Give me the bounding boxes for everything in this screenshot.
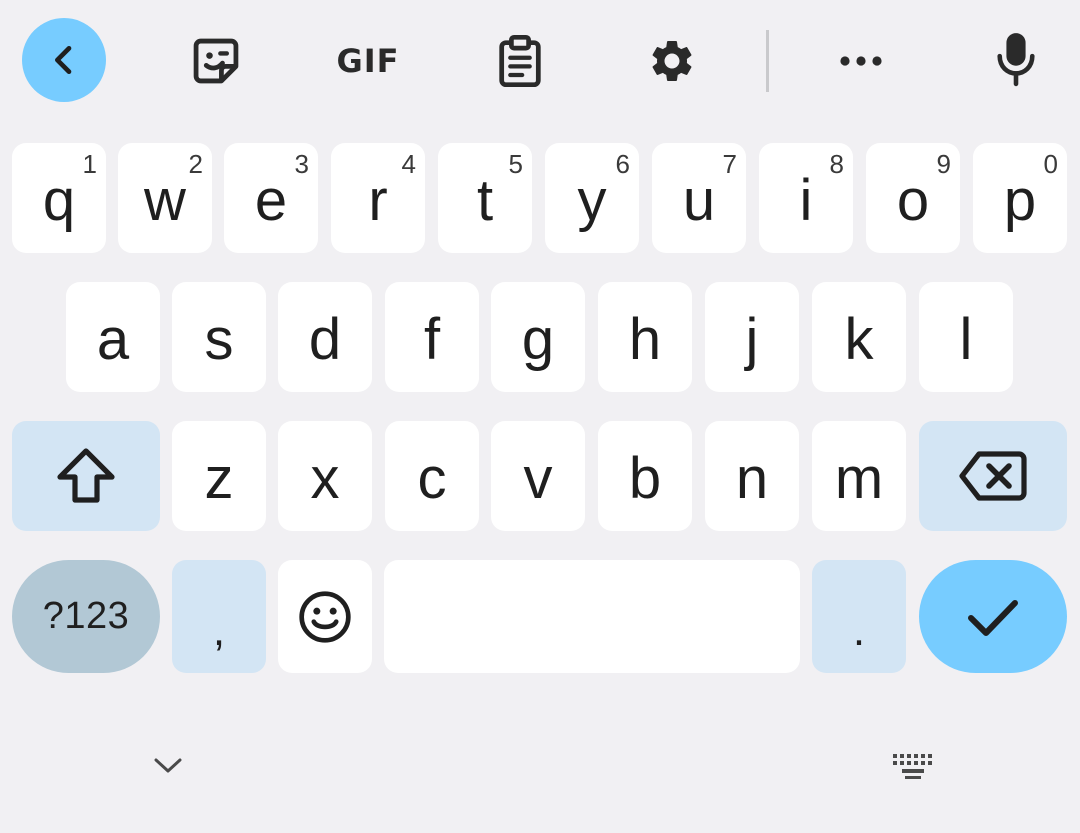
key-letter: h [628,307,662,372]
key-hint: 6 [615,149,630,179]
backspace-icon [959,451,1027,501]
key-m[interactable]: m [812,421,906,531]
key-hint: 2 [188,149,203,179]
key-hint: 9 [936,149,951,179]
key-q[interactable]: q 1 [12,143,106,253]
key-hint: 1 [82,149,97,179]
key-letter: y [577,168,607,233]
key-b[interactable]: b [598,421,692,531]
key-letter: r [368,168,388,233]
key-s[interactable]: s [172,282,266,392]
key-letter: k [844,307,874,372]
chevron-down-icon [154,758,182,773]
key-a[interactable]: a [66,282,160,392]
key-letter: b [628,446,662,511]
key-letter: q [42,168,76,233]
key-letter: i [799,168,813,233]
key-letter: o [896,168,930,233]
key-hint: 3 [294,149,309,179]
shift-key[interactable] [12,421,160,531]
key-n[interactable]: n [705,421,799,531]
key-i[interactable]: i 8 [759,143,853,253]
backspace-key[interactable] [919,421,1067,531]
key-letter: l [959,307,973,372]
key-t[interactable]: t 5 [438,143,532,253]
enter-key[interactable] [919,560,1067,673]
emoji-icon [299,590,351,643]
key-letter: t [476,168,494,233]
key-k[interactable]: k [812,282,906,392]
key-v[interactable]: v [491,421,585,531]
period-label: . [852,606,866,655]
keyboard-icon [893,754,932,779]
key-h[interactable]: h [598,282,692,392]
symbols-key[interactable]: ?123 [12,560,160,673]
key-hint: 7 [722,149,737,179]
shift-arrow-icon [57,448,115,503]
key-letter: x [310,446,340,511]
keyboard: q 1 w 2 e 3 r 4 t 5 y 6 u 7 i 8 o 9 p 0 … [0,0,1080,833]
key-letter: s [204,307,234,372]
key-letter: c [417,446,447,511]
emoji-key[interactable] [278,560,372,673]
key-d[interactable]: d [278,282,372,392]
key-letter: e [254,168,288,233]
key-e[interactable]: e 3 [224,143,318,253]
key-g[interactable]: g [491,282,585,392]
key-hint: 5 [508,149,523,179]
checkmark-icon [968,599,1018,636]
period-key[interactable]: . [812,560,906,673]
key-l[interactable]: l [919,282,1013,392]
key-letter: d [308,307,342,372]
key-letter: m [834,446,884,511]
key-letter: z [204,446,234,511]
key-letter: p [1003,168,1037,233]
key-c[interactable]: c [385,421,479,531]
key-letter: w [144,168,186,233]
comma-key[interactable]: , [172,560,266,673]
key-x[interactable]: x [278,421,372,531]
key-z[interactable]: z [172,421,266,531]
key-y[interactable]: y 6 [545,143,639,253]
key-p[interactable]: p 0 [973,143,1067,253]
key-u[interactable]: u 7 [652,143,746,253]
key-letter: u [682,168,716,233]
switch-keyboard-button[interactable] [873,736,953,796]
key-o[interactable]: o 9 [866,143,960,253]
key-hint: 0 [1043,149,1058,179]
key-letter: j [745,307,759,372]
space-key[interactable] [384,560,800,673]
key-w[interactable]: w 2 [118,143,212,253]
key-letter: f [423,307,441,372]
key-r[interactable]: r 4 [331,143,425,253]
key-hint: 8 [829,149,844,179]
key-f[interactable]: f [385,282,479,392]
key-letter: g [521,307,555,372]
key-j[interactable]: j [705,282,799,392]
key-letter: v [523,446,553,511]
key-letter: n [735,446,769,511]
symbols-label: ?123 [42,595,130,637]
hide-keyboard-button[interactable] [128,736,208,796]
key-hint: 4 [401,149,416,179]
key-letter: a [96,307,130,372]
comma-label: , [212,606,226,655]
